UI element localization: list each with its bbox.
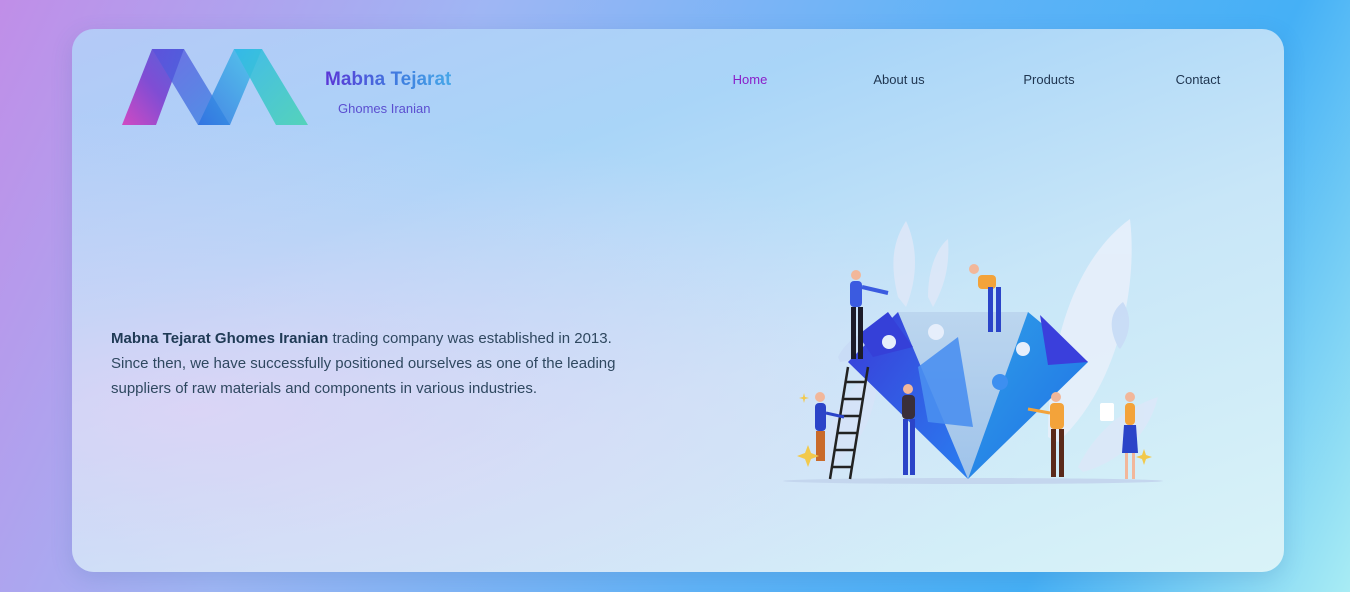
main-nav: Home About us Products Contact bbox=[72, 72, 1284, 92]
brand-subtitle: Ghomes Iranian bbox=[338, 101, 431, 116]
nav-products[interactable]: Products bbox=[1023, 72, 1074, 87]
person-center bbox=[902, 384, 915, 475]
hero-intro-text: Mabna Tejarat Ghomes Iranian trading com… bbox=[111, 326, 651, 401]
company-name: Mabna Tejarat Ghomes Iranian bbox=[111, 330, 329, 347]
intro-text-part2: Since then, we have successfully positio… bbox=[111, 355, 616, 397]
main-card: Mabna Tejarat Ghomes Iranian Home About … bbox=[72, 29, 1284, 572]
ground-shadow bbox=[783, 478, 1163, 484]
intro-text-part1: trading company was established in 2013. bbox=[328, 330, 612, 347]
teamwork-puzzle-illustration bbox=[783, 219, 1163, 484]
nav-about-us[interactable]: About us bbox=[873, 72, 924, 87]
nav-home[interactable]: Home bbox=[733, 72, 768, 87]
nav-contact[interactable]: Contact bbox=[1176, 72, 1221, 87]
